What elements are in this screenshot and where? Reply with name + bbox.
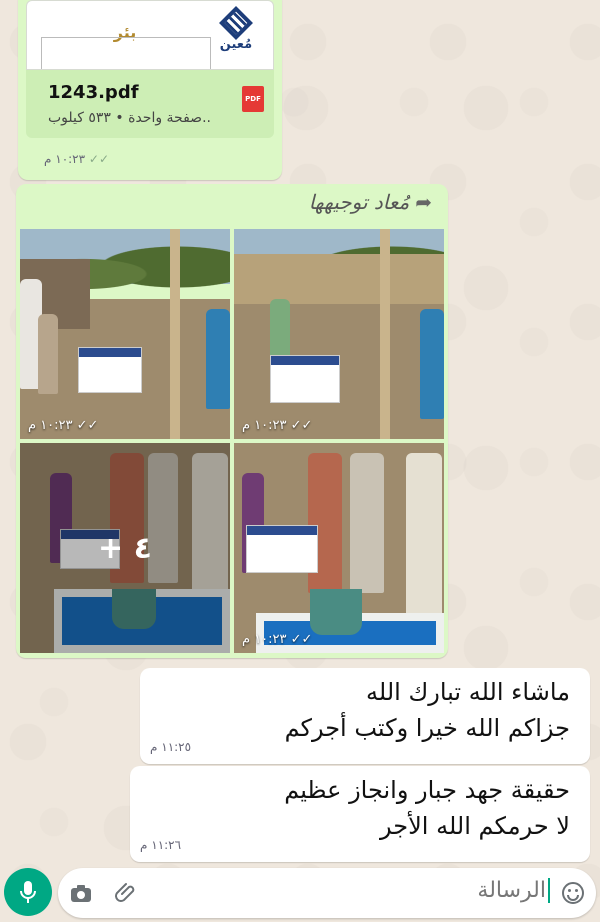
document-file-name: 1243.pdf — [48, 82, 139, 103]
document-file-meta: صفحة واحدة • ٥٣٣ كيلوب.. — [48, 110, 211, 126]
photo-person — [420, 309, 444, 419]
message-time-text: ١٠:٢٣ م — [44, 152, 86, 166]
attachment-icon[interactable] — [114, 880, 140, 906]
photo-bucket — [310, 589, 362, 635]
photo-thumbnail[interactable]: + ٤ — [20, 443, 230, 653]
logo-diamond-icon — [219, 6, 253, 40]
photo-thumbnail[interactable]: ١٠:٢٣ م ✓✓ — [20, 229, 230, 439]
message-time: ١١:٢٥ م — [150, 740, 192, 754]
message-time: ١٠:٢٣ م ✓✓ — [44, 152, 109, 166]
message-body: حقيقة جهد جبار وانجاز عظيم لا حرمكم الله… — [284, 772, 570, 844]
photo-thumbnail[interactable]: ١٠:٢٣ م ✓✓ — [234, 229, 444, 439]
photo-person — [206, 309, 230, 409]
camera-icon[interactable] — [68, 880, 94, 906]
photo-time-text: ١٠:٢٣ م — [28, 418, 73, 433]
photo-person — [406, 453, 442, 623]
photo-person — [38, 314, 58, 394]
forwarded-media-message[interactable]: ➦مُعاد توجيهها ١٠:٢٣ م ✓✓ ١٠:٢٣ م ✓✓ + ٤… — [16, 184, 448, 658]
photo-pole — [380, 229, 390, 439]
message-line: ماشاء الله تبارك الله — [366, 678, 570, 706]
photo-sign — [246, 525, 318, 573]
photo-wall — [234, 254, 444, 304]
message-line: حقيقة جهد جبار وانجاز عظيم — [284, 776, 570, 804]
message-composer[interactable]: الرسالة — [58, 868, 596, 918]
microphone-icon — [20, 881, 36, 903]
message-body: ماشاء الله تبارك الله جزاكم الله خيرا وك… — [285, 674, 570, 746]
message-time: ١١:٢٦ م — [140, 838, 182, 852]
photo-time: ١٠:٢٣ م ✓✓ — [242, 418, 313, 433]
message-input[interactable]: الرسالة — [477, 878, 550, 903]
message-line: جزاكم الله خيرا وكتب أجركم — [284, 714, 570, 742]
emoji-icon[interactable] — [560, 880, 586, 906]
photo-person — [350, 453, 384, 593]
document-message[interactable]: بئر مُعين 1243.pdf صفحة واحدة • ٥٣٣ كيلو… — [18, 0, 282, 180]
document-preview-box — [41, 37, 211, 69]
message-line: لا حرمكم الله الأجر — [380, 812, 570, 840]
document-info[interactable]: 1243.pdf صفحة واحدة • ٥٣٣ كيلوب.. PDF — [26, 70, 274, 138]
voice-record-button[interactable] — [4, 868, 52, 916]
more-photos-overlay[interactable]: + ٤ — [20, 443, 230, 653]
photo-person — [270, 299, 290, 359]
delivered-checks-icon: ✓✓ — [88, 152, 110, 166]
photo-time-text: ١٠:٢٣ م — [242, 632, 287, 647]
photo-pole — [170, 229, 180, 439]
incoming-message[interactable]: ماشاء الله تبارك الله جزاكم الله خيرا وك… — [140, 668, 590, 764]
forward-arrow-icon: ➦ — [415, 190, 432, 214]
photo-time: ١٠:٢٣ م ✓✓ — [28, 418, 99, 433]
photo-time: ١٠:٢٣ م ✓✓ — [242, 632, 313, 647]
document-preview[interactable]: بئر مُعين — [26, 0, 274, 70]
photo-thumbnail[interactable]: ١٠:٢٣ م ✓✓ — [234, 443, 444, 653]
photo-sign — [270, 355, 340, 403]
brand-logo: مُعين — [213, 6, 259, 67]
pdf-icon: PDF — [242, 86, 264, 112]
forwarded-label: ➦مُعاد توجيهها — [309, 190, 432, 214]
incoming-message[interactable]: حقيقة جهد جبار وانجاز عظيم لا حرمكم الله… — [130, 766, 590, 862]
photo-sign — [78, 347, 142, 393]
more-photos-count: + ٤ — [98, 530, 152, 566]
forwarded-label-text: مُعاد توجيهها — [308, 190, 410, 214]
photo-time-text: ١٠:٢٣ م — [242, 418, 287, 433]
